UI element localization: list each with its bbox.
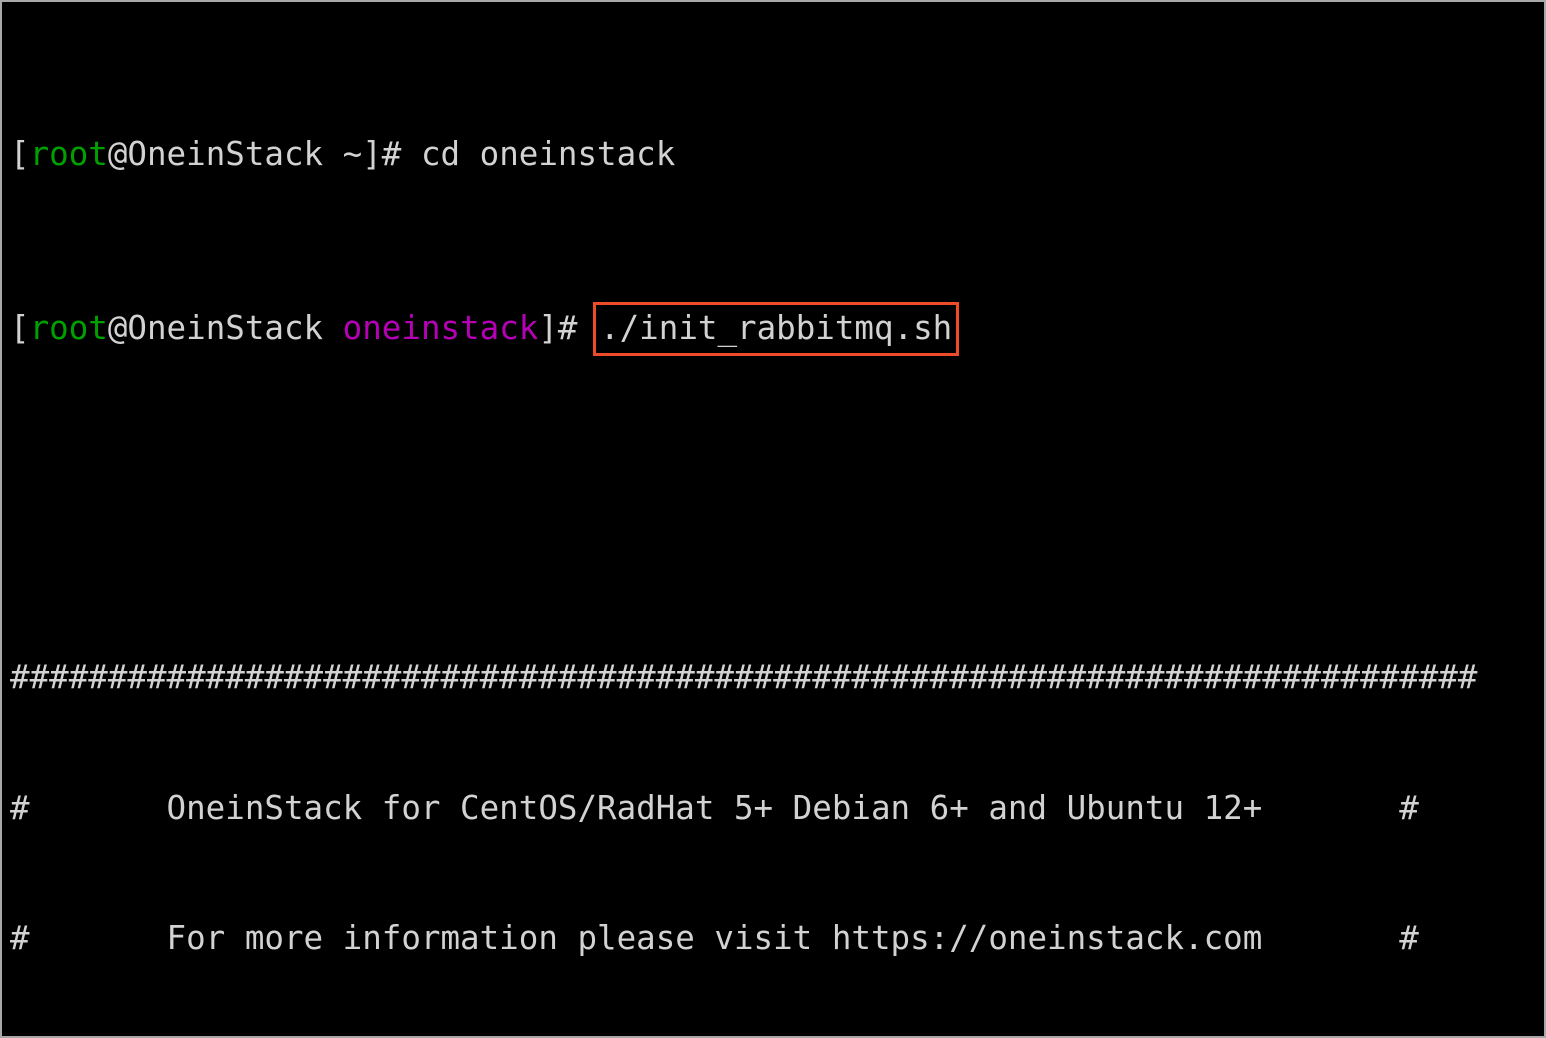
banner-line-2-text: For more information please visit https:…: [166, 919, 1263, 958]
banner-line-1: # OneinStack for CentOS/RadHat 5+ Debian…: [10, 787, 1478, 831]
banner-line-2-suffix: #: [1262, 919, 1419, 958]
banner-line-2-prefix: #: [10, 919, 167, 958]
banner-line-1-suffix: #: [1262, 788, 1419, 827]
prompt-suffix: ]#: [362, 134, 421, 173]
prompt-line-2: [root@OneinStack oneinstack]# ./init_rab…: [10, 302, 1478, 356]
banner-rule-top: ########################################…: [10, 657, 1478, 696]
prompt-host: @OneinStack: [107, 134, 324, 173]
banner-line-1-text: OneinStack for CentOS/RadHat 5+ Debian 6…: [166, 788, 1263, 827]
command-cd-oneinstack: cd oneinstack: [420, 134, 676, 173]
prompt-user: root: [29, 309, 108, 348]
prompt-line-1: [root@OneinStack ~]# cd oneinstack: [10, 133, 1478, 177]
command-init-rabbitmq-highlight: ./init_rabbitmq.sh: [593, 302, 960, 356]
banner-line-2: # For more information please visit http…: [10, 917, 1478, 961]
prompt-dir: ~: [323, 134, 363, 173]
prompt-user: root: [29, 134, 108, 173]
prompt-suffix: ]#: [538, 309, 598, 348]
prompt-host: @OneinStack: [107, 309, 324, 348]
prompt-dir: oneinstack: [342, 309, 539, 348]
banner-line-1-prefix: #: [10, 788, 167, 827]
terminal-window: [root@OneinStack ~]# cd oneinstack [root…: [0, 0, 1546, 1038]
prompt-bracket-open: [: [10, 134, 30, 173]
terminal-output: [root@OneinStack ~]# cd oneinstack [root…: [10, 2, 1478, 1036]
prompt-bracket-open: [: [10, 309, 30, 348]
